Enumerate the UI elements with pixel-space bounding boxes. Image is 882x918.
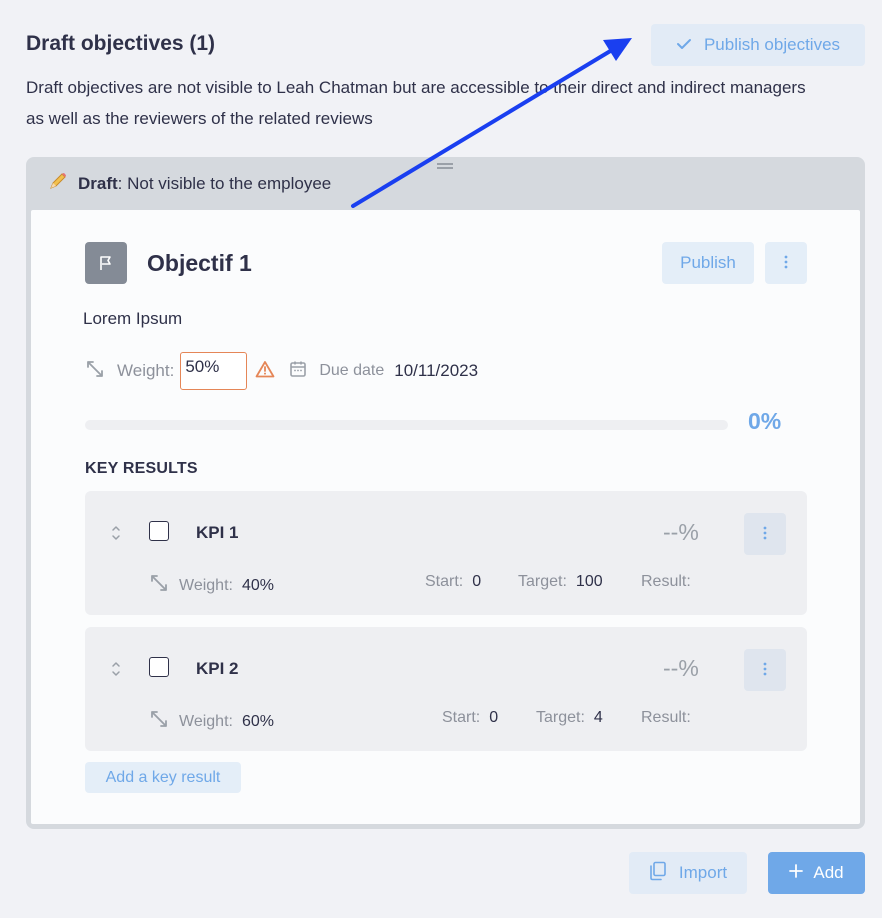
key-result-target-value: 100: [575, 573, 603, 590]
objective-card: Objectif 1 Publish Lorem Ipsum Weight: D…: [31, 210, 860, 824]
publish-button[interactable]: Publish: [662, 242, 754, 284]
key-result-percent: --%: [663, 519, 699, 545]
import-icon: [649, 861, 667, 886]
objective-progress-bar: [85, 420, 728, 430]
draft-description: Draft objectives are not visible to Leah…: [26, 78, 806, 128]
key-result-start-value: 0: [472, 573, 482, 590]
publish-objectives-label: Publish objectives: [703, 35, 841, 54]
key-result-name: KPI 1: [196, 523, 239, 542]
sort-icon[interactable]: [111, 660, 121, 683]
plus-icon: [789, 863, 804, 883]
key-result-start: Start: 0: [425, 573, 481, 591]
drag-handle[interactable]: [437, 163, 453, 169]
pencil-icon: [48, 171, 68, 196]
draft-objectives-container: Draft: Not visible to the employee Objec…: [26, 157, 865, 829]
key-result-weight: Weight: 60%: [149, 709, 274, 734]
key-result-target: Target: 4: [536, 709, 603, 727]
more-vertical-icon: [763, 526, 767, 543]
key-result-result: Result:: [641, 709, 700, 727]
import-button[interactable]: Import: [629, 852, 747, 894]
key-result-result-label: Result:: [641, 709, 691, 726]
objective-meta: Weight: Due date 10/11/2023: [85, 351, 478, 391]
key-result-weight-value: 60%: [241, 712, 274, 730]
key-result-target: Target: 100: [518, 573, 603, 591]
resize-icon: [85, 359, 105, 384]
key-result-target-value: 4: [593, 709, 603, 726]
objective-title: Objectif 1: [147, 250, 252, 276]
key-result-row: KPI 2 --% Weight: 60% Start: 0 Target: 4…: [85, 627, 807, 751]
key-results-heading: KEY RESULTS: [85, 460, 198, 477]
key-result-more-button[interactable]: [744, 513, 786, 555]
key-result-checkbox[interactable]: [149, 521, 169, 541]
key-result-weight-label: Weight:: [179, 712, 233, 730]
key-result-result: Result:: [641, 573, 700, 591]
objective-more-button[interactable]: [765, 242, 807, 284]
resize-icon: [149, 573, 169, 598]
key-result-target-label: Target:: [536, 709, 585, 726]
key-result-more-button[interactable]: [744, 649, 786, 691]
more-vertical-icon: [763, 662, 767, 679]
objective-progress-percent: 0%: [748, 408, 782, 434]
key-result-start-label: Start:: [442, 709, 481, 726]
resize-icon: [149, 709, 169, 734]
key-result-percent: --%: [663, 655, 699, 681]
key-result-checkbox[interactable]: [149, 657, 169, 677]
key-result-start-label: Start:: [425, 573, 464, 590]
draft-banner-strong: Draft: [78, 173, 118, 193]
add-label: Add: [813, 863, 844, 882]
due-date-label: Due date: [319, 362, 385, 379]
warning-icon: [255, 360, 275, 383]
due-date-value: 10/11/2023: [394, 361, 479, 380]
key-result-weight: Weight: 40%: [149, 573, 274, 598]
objective-description: Lorem Ipsum: [83, 309, 183, 328]
key-result-start: Start: 0: [442, 709, 498, 727]
key-result-weight-label: Weight:: [179, 576, 233, 594]
key-result-row: KPI 1 --% Weight: 40% Start: 0 Target: 1…: [85, 491, 807, 615]
sort-icon[interactable]: [111, 524, 121, 547]
calendar-icon: [289, 360, 307, 383]
add-key-result-button[interactable]: Add a key result: [85, 762, 241, 793]
weight-input[interactable]: [180, 352, 248, 390]
publish-objectives-button[interactable]: Publish objectives: [651, 24, 865, 66]
draft-banner: Draft: Not visible to the employee: [48, 171, 331, 196]
key-result-name: KPI 2: [196, 659, 239, 678]
draft-banner-text: : Not visible to the employee: [117, 173, 332, 193]
key-result-target-label: Target:: [518, 573, 567, 590]
weight-label: Weight:: [117, 361, 175, 380]
page-title: Draft objectives (1): [26, 32, 216, 55]
flag-icon: [85, 242, 127, 284]
key-result-weight-value: 40%: [241, 576, 274, 594]
key-result-start-value: 0: [489, 709, 499, 726]
check-icon: [676, 35, 692, 55]
import-label: Import: [678, 863, 728, 882]
more-vertical-icon: [784, 255, 788, 272]
add-objective-button[interactable]: Add: [768, 852, 865, 894]
key-result-result-label: Result:: [641, 573, 691, 590]
